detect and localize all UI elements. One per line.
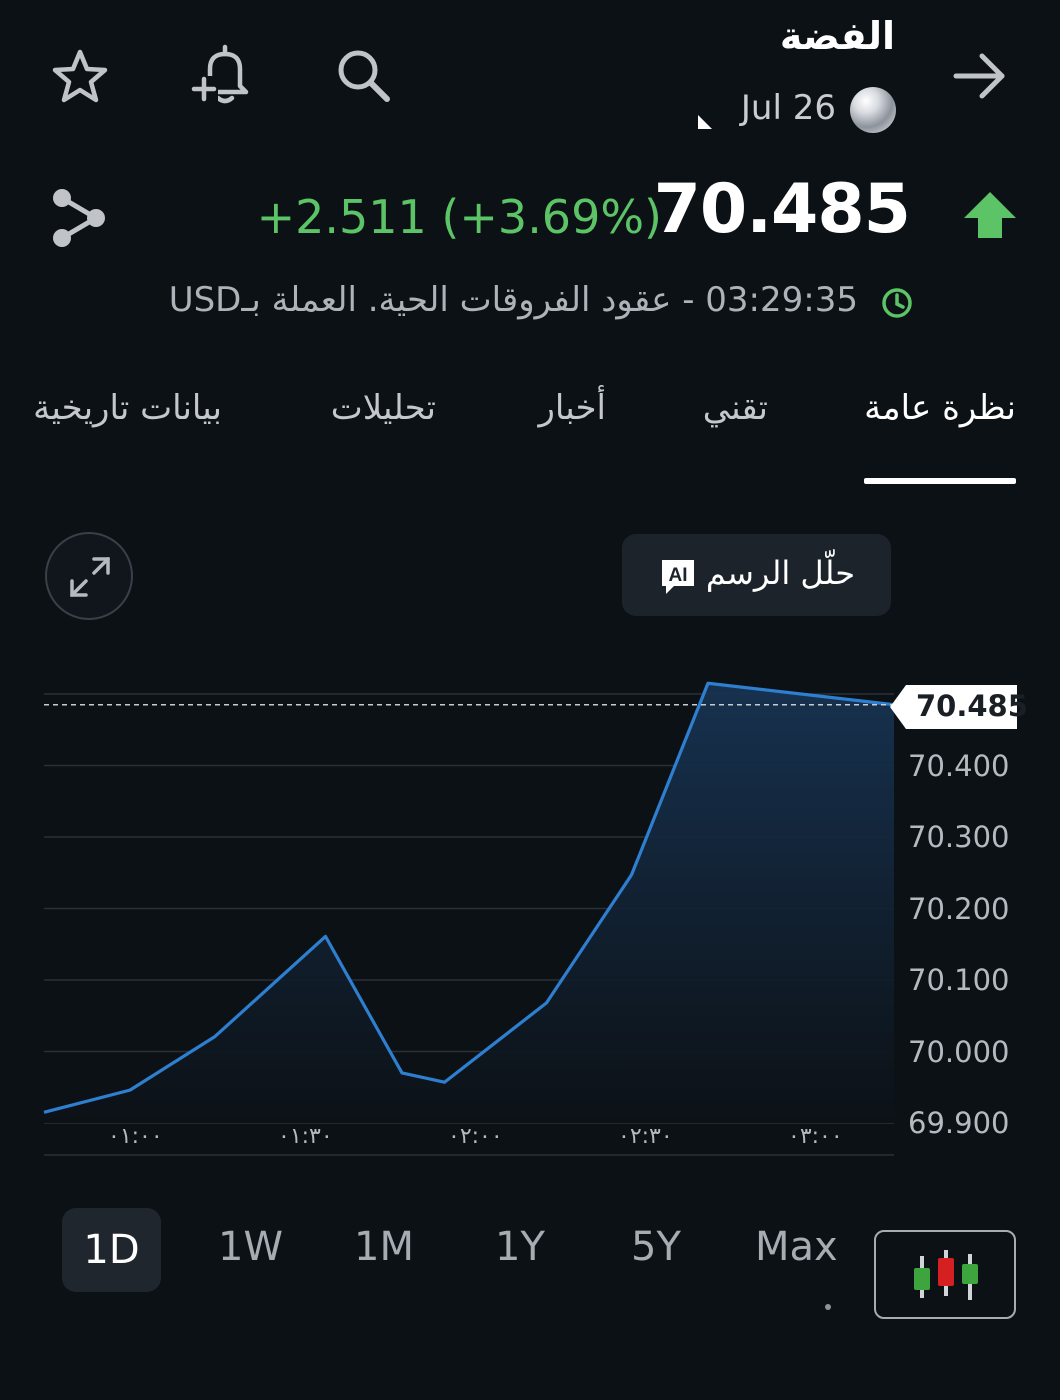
expand-icon (66, 553, 114, 601)
y-axis-label: 70.200 (908, 891, 1010, 926)
chart-type-button[interactable] (874, 1230, 1016, 1319)
price-area-fill (44, 683, 894, 1123)
star-icon[interactable] (50, 48, 110, 106)
contract-date: Jul 26 (740, 88, 836, 128)
x-axis-label: ٠٢:٠٠ (448, 1124, 503, 1149)
silver-logo-icon (850, 87, 896, 133)
y-axis-label: 69.900 (908, 1106, 1010, 1140)
range-1w-button[interactable]: 1W (218, 1224, 283, 1270)
status-text: - عقود الفروقات الحية. العملة بـUSD (168, 280, 695, 320)
tab-news[interactable]: أخبار (538, 388, 606, 428)
range-1y-button[interactable]: 1Y (495, 1224, 545, 1270)
page-title: الفضة (779, 14, 895, 58)
y-axis-label: 70.100 (908, 963, 1010, 997)
ai-badge-text: AI (669, 565, 688, 586)
price-change: +2.511 (+3.69%) (256, 190, 662, 244)
candlestick-icon (908, 1248, 988, 1304)
bell-plus-icon[interactable] (190, 42, 256, 108)
x-axis-label: ٠١:٣٠ (278, 1124, 333, 1149)
quote-time: 03:29:35 (705, 280, 858, 320)
range-max-button[interactable]: Max (755, 1224, 838, 1270)
ai-badge-icon: AI (658, 556, 698, 596)
search-icon[interactable] (334, 46, 394, 106)
tab-overview[interactable]: نظرة عامة (864, 388, 1016, 428)
share-icon[interactable] (50, 186, 110, 250)
x-axis-label: ٠١:٠٠ (108, 1124, 163, 1149)
range-5y-button[interactable]: 5Y (631, 1224, 681, 1270)
selection-dot (825, 1304, 831, 1310)
active-tab-indicator (864, 478, 1016, 484)
range-1m-button[interactable]: 1M (354, 1224, 414, 1270)
analyze-chart-label: حلّل الرسم (705, 554, 855, 592)
arrow-right-icon[interactable] (952, 50, 1008, 102)
last-price: 70.485 (653, 170, 911, 249)
last-price-tag-text: 70.485 (916, 689, 1028, 723)
y-axis-label: 70.300 (908, 820, 1010, 854)
tab-technical[interactable]: تقني (703, 388, 768, 428)
y-axis-label: 70.400 (908, 748, 1010, 783)
market-status: 03:29:35 - عقود الفروقات الحية. العملة ب… (169, 280, 858, 320)
clock-icon (880, 286, 914, 320)
tab-historical-data[interactable]: بيانات تاريخية (33, 388, 222, 428)
expand-chart-button[interactable] (45, 532, 133, 620)
up-arrow-icon (962, 190, 1018, 240)
analyze-chart-button[interactable]: حلّل الرسم AI (622, 534, 891, 616)
y-axis-label: 70.000 (908, 1034, 1010, 1069)
x-axis-label: ٠٣:٠٠ (788, 1124, 843, 1149)
tab-analysis[interactable]: تحليلات (331, 388, 436, 428)
cursor-marker-icon (696, 113, 716, 131)
x-axis-label: ٠٢:٣٠ (618, 1124, 673, 1149)
range-1d-button[interactable]: 1D (62, 1208, 161, 1292)
